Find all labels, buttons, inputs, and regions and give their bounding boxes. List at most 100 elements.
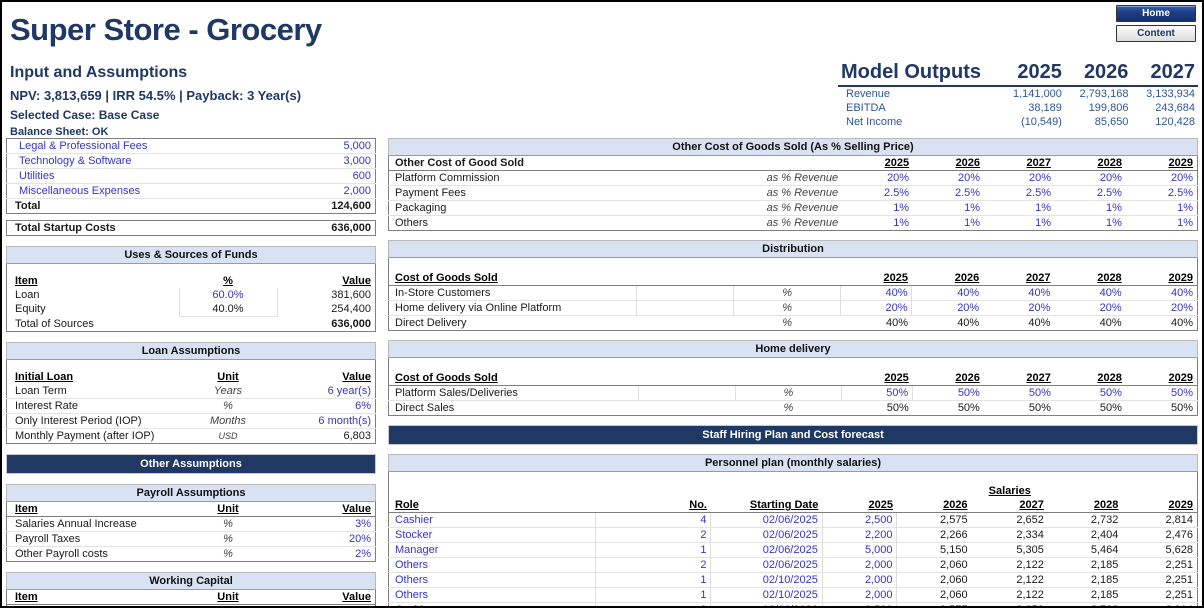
other-cogs-value[interactable]: 1% <box>1055 216 1126 231</box>
staff-start-date[interactable]: 02/06/2026 <box>711 603 822 607</box>
table-row[interactable]: Others 2 02/06/2025 2,000 2,060 2,122 2,… <box>389 558 1198 573</box>
other-cogs-value[interactable]: 1% <box>842 201 913 216</box>
table-row[interactable]: Loan 60.0% 381,600 <box>7 288 376 302</box>
other-cogs-value[interactable]: 2.5% <box>984 186 1055 201</box>
payroll-value[interactable]: 2% <box>277 546 376 561</box>
loan-value[interactable]: 6 year(s) <box>277 384 376 399</box>
wc-value[interactable]: 15 <box>277 604 376 606</box>
home-delivery-value[interactable]: 50% <box>984 386 1055 401</box>
distribution-value[interactable]: 40% <box>1126 286 1198 301</box>
staff-salary[interactable]: 2,500 <box>822 603 897 607</box>
content-button[interactable]: Content <box>1116 25 1196 42</box>
table-row[interactable]: Payment Fees as % Revenue 2.5% 2.5% 2.5%… <box>389 186 1198 201</box>
staff-role[interactable]: Others <box>389 573 596 588</box>
uses-sources-pct[interactable]: 60.0% <box>179 288 277 302</box>
other-cogs-value[interactable]: 1% <box>1126 201 1198 216</box>
uses-sources-pct[interactable]: 40.0% <box>179 302 277 317</box>
home-button[interactable]: Home <box>1116 5 1196 22</box>
loan-value[interactable]: 6% <box>277 398 376 413</box>
other-cogs-value[interactable]: 20% <box>1126 171 1198 186</box>
staff-role[interactable]: Others <box>389 588 596 603</box>
startup-cost-value[interactable]: 5,000 <box>277 139 376 154</box>
home-delivery-value[interactable]: 50% <box>842 386 913 401</box>
other-cogs-value[interactable]: 20% <box>1055 171 1126 186</box>
table-row[interactable]: Others 1 02/10/2025 2,000 2,060 2,122 2,… <box>389 588 1198 603</box>
staff-role[interactable]: Cashier <box>389 513 596 528</box>
table-row[interactable]: Loan Term Years 6 year(s) <box>7 384 376 399</box>
staff-count[interactable]: 2 <box>596 528 711 543</box>
other-cogs-value[interactable]: 1% <box>984 216 1055 231</box>
staff-role[interactable]: Stocker <box>389 528 596 543</box>
table-row[interactable]: Cashier 2 02/06/2026 2,500 2,575 2,652 2… <box>389 603 1198 607</box>
staff-salary[interactable]: 2,500 <box>822 513 897 528</box>
table-row[interactable]: Manager 1 02/06/2025 5,000 5,150 5,305 5… <box>389 543 1198 558</box>
table-row[interactable]: Platform Commission as % Revenue 20% 20%… <box>389 171 1198 186</box>
table-row[interactable]: Cashier 4 02/06/2025 2,500 2,575 2,652 2… <box>389 513 1198 528</box>
other-cogs-value[interactable]: 20% <box>913 171 984 186</box>
table-row[interactable]: Other Payroll costs % 2% <box>7 546 376 561</box>
staff-start-date[interactable]: 02/06/2025 <box>711 528 822 543</box>
table-row[interactable]: Equity 40.0% 254,400 <box>7 302 376 317</box>
distribution-value[interactable]: 40% <box>983 286 1054 301</box>
table-row[interactable]: Others 1 02/10/2025 2,000 2,060 2,122 2,… <box>389 573 1198 588</box>
other-cogs-value[interactable]: 1% <box>1055 201 1126 216</box>
staff-count[interactable]: 2 <box>596 558 711 573</box>
other-cogs-value[interactable]: 20% <box>984 171 1055 186</box>
startup-cost-value[interactable]: 3,000 <box>277 154 376 169</box>
staff-salary[interactable]: 2,000 <box>822 573 897 588</box>
table-row[interactable]: Miscellaneous Expenses 2,000 <box>7 184 376 199</box>
table-row[interactable]: Payroll Taxes % 20% <box>7 531 376 546</box>
startup-cost-value[interactable]: 2,000 <box>277 184 376 199</box>
other-cogs-value[interactable]: 2.5% <box>842 186 913 201</box>
table-row[interactable]: Others as % Revenue 1% 1% 1% 1% 1% <box>389 216 1198 231</box>
table-row[interactable]: Stocker 2 02/06/2025 2,200 2,266 2,334 2… <box>389 528 1198 543</box>
distribution-value[interactable]: 40% <box>1054 286 1125 301</box>
other-cogs-value[interactable]: 2.5% <box>1126 186 1198 201</box>
staff-salary[interactable]: 5,000 <box>822 543 897 558</box>
distribution-value[interactable]: 40% <box>841 286 912 301</box>
distribution-value[interactable]: 20% <box>912 301 983 316</box>
other-cogs-value[interactable]: 1% <box>1126 216 1198 231</box>
staff-start-date[interactable]: 02/10/2025 <box>711 588 822 603</box>
other-cogs-value[interactable]: 20% <box>842 171 913 186</box>
staff-count[interactable]: 1 <box>596 573 711 588</box>
table-row[interactable]: Legal & Professional Fees 5,000 <box>7 139 376 154</box>
staff-salary[interactable]: 2,200 <box>822 528 897 543</box>
other-cogs-value[interactable]: 1% <box>984 201 1055 216</box>
staff-role[interactable]: Cashier <box>389 603 596 607</box>
other-cogs-value[interactable]: 2.5% <box>913 186 984 201</box>
table-row[interactable]: Salaries Annual Increase % 3% <box>7 516 376 531</box>
table-row[interactable]: Only Interest Period (IOP) Months 6 mont… <box>7 413 376 428</box>
other-cogs-value[interactable]: 1% <box>913 216 984 231</box>
other-cogs-value[interactable]: 2.5% <box>1055 186 1126 201</box>
other-cogs-value[interactable]: 1% <box>842 216 913 231</box>
staff-start-date[interactable]: 02/06/2025 <box>711 543 822 558</box>
staff-role[interactable]: Others <box>389 558 596 573</box>
staff-count[interactable]: 4 <box>596 513 711 528</box>
home-delivery-value[interactable]: 50% <box>1126 386 1198 401</box>
staff-role[interactable]: Manager <box>389 543 596 558</box>
loan-value[interactable]: 6 month(s) <box>277 413 376 428</box>
table-row[interactable]: Interest Rate % 6% <box>7 398 376 413</box>
other-cogs-value[interactable]: 1% <box>913 201 984 216</box>
payroll-value[interactable]: 20% <box>277 531 376 546</box>
table-row[interactable]: Accounts Receivable days 15 <box>7 604 376 606</box>
home-delivery-value[interactable]: 50% <box>913 386 984 401</box>
staff-start-date[interactable]: 02/06/2025 <box>711 513 822 528</box>
staff-count[interactable]: 2 <box>596 603 711 607</box>
table-row[interactable]: In-Store Customers % 40% 40% 40% 40% 40% <box>389 286 1198 301</box>
table-row[interactable]: Utilities 600 <box>7 169 376 184</box>
staff-count[interactable]: 1 <box>596 588 711 603</box>
table-row[interactable]: Platform Sales/Deliveries % 50% 50% 50% … <box>389 386 1198 401</box>
staff-salary[interactable]: 2,000 <box>822 558 897 573</box>
table-row[interactable]: Packaging as % Revenue 1% 1% 1% 1% 1% <box>389 201 1198 216</box>
staff-count[interactable]: 1 <box>596 543 711 558</box>
distribution-value[interactable]: 20% <box>1054 301 1125 316</box>
table-row[interactable]: Home delivery via Online Platform % 20% … <box>389 301 1198 316</box>
home-delivery-value[interactable]: 50% <box>1055 386 1126 401</box>
staff-salary[interactable]: 2,000 <box>822 588 897 603</box>
startup-cost-value[interactable]: 600 <box>277 169 376 184</box>
staff-start-date[interactable]: 02/06/2025 <box>711 558 822 573</box>
table-row[interactable]: Technology & Software 3,000 <box>7 154 376 169</box>
distribution-value[interactable]: 20% <box>1126 301 1198 316</box>
